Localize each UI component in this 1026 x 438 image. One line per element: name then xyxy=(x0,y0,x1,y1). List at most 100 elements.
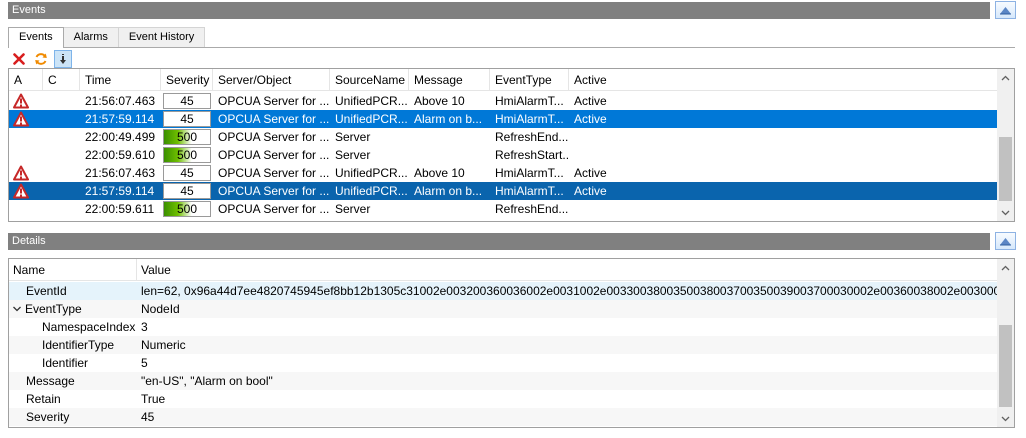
detail-row[interactable]: Message "en-US", "Alarm on bool" xyxy=(9,372,997,390)
detail-row[interactable]: Severity 45 xyxy=(9,408,997,426)
event-row[interactable]: 22:00:59.610 OPCUA Server for ... Server Re… xyxy=(9,146,997,164)
time-cell: 21:57:59.114 xyxy=(85,184,155,198)
col-header-eventtype[interactable]: EventType xyxy=(490,69,569,91)
detail-row[interactable]: EventId len=62, 0x96a44d7ee4820745945ef8b… xyxy=(9,282,1014,300)
col-header-c[interactable]: C xyxy=(43,69,80,91)
detail-row[interactable]: Identifier 5 xyxy=(9,354,997,372)
active-cell: Active xyxy=(574,166,607,180)
col-header-server-object[interactable]: Server/Object xyxy=(213,69,330,91)
alarm-warning-icon xyxy=(13,93,29,109)
sort-button[interactable] xyxy=(54,49,72,68)
time-cell: 22:00:59.611 xyxy=(85,202,155,216)
details-scroll-up[interactable] xyxy=(997,259,1014,276)
detail-name: NamespaceIndex xyxy=(42,320,136,334)
time-cell: 22:00:49.499 xyxy=(85,130,156,144)
eventtype-cell: RefreshEnd... xyxy=(495,130,569,144)
detail-name: Retain xyxy=(26,392,61,406)
detail-name: Identifier xyxy=(42,356,89,370)
red-x-delete-icon xyxy=(13,52,25,65)
severity-bar: 500 xyxy=(163,201,211,217)
server-cell: OPCUA Server for ... xyxy=(218,148,330,162)
events-section-title: Events xyxy=(12,4,46,16)
source-cell: UnifiedPCR... xyxy=(335,184,408,198)
detail-row[interactable]: EventType NodeId xyxy=(9,300,997,318)
server-cell: OPCUA Server for ... xyxy=(218,112,330,126)
col-header-message[interactable]: Message xyxy=(409,69,490,91)
expand-chevron-icon[interactable] xyxy=(12,304,22,314)
server-cell: OPCUA Server for ... xyxy=(218,202,330,216)
event-row[interactable]: 21:56:07.463 OPCUA Server for ... UnifiedP… xyxy=(9,164,997,182)
details-scroll-thumb[interactable] xyxy=(999,325,1012,407)
eventtype-cell: HmiAlarmT... xyxy=(495,184,564,198)
col-time-label: Time xyxy=(85,73,112,87)
eventtype-cell: HmiAlarmT... xyxy=(495,94,564,108)
alarm-warning-icon xyxy=(13,111,29,127)
col-header-value[interactable]: Value xyxy=(137,259,997,281)
delete-button[interactable] xyxy=(10,50,28,68)
col-eventtype-label: EventType xyxy=(495,73,552,87)
message-cell xyxy=(409,146,490,164)
events-scrollbar[interactable] xyxy=(997,69,1014,221)
event-row[interactable]: 22:00:49.499 OPCUA Server for ... Server Re… xyxy=(9,128,997,146)
details-scroll-down[interactable] xyxy=(997,410,1014,427)
source-cell: UnifiedPCR... xyxy=(335,166,408,180)
collapse-up-icon xyxy=(1000,6,1011,14)
active-cell: Active xyxy=(574,112,607,126)
events-scroll-up[interactable] xyxy=(997,69,1014,86)
col-server-label: Server/Object xyxy=(218,73,292,87)
server-cell: OPCUA Server for ... xyxy=(218,184,330,198)
detail-value: 5 xyxy=(141,356,148,370)
collapse-up-icon xyxy=(1000,237,1011,245)
chevron-down-icon xyxy=(1001,210,1010,215)
col-source-label: SourceName xyxy=(335,73,406,87)
active-cell: Active xyxy=(574,184,607,198)
events-scroll-down[interactable] xyxy=(997,204,1014,221)
time-cell: 21:56:07.463 xyxy=(85,166,156,180)
event-row[interactable]: 22:00:59.611 OPCUA Server for ... Server Re… xyxy=(9,200,997,218)
severity-bar: 500 xyxy=(163,129,211,145)
source-cell: UnifiedPCR... xyxy=(335,112,408,126)
details-table: Name Value EventId len=62, 0x96a44d7ee482… xyxy=(8,258,1015,428)
event-row[interactable]: 21:57:59.114 OPCUA Server for ... UnifiedP… xyxy=(9,110,997,128)
source-cell: Server xyxy=(335,130,371,144)
severity-bar: 45 xyxy=(163,183,211,199)
events-table-header: A C Time Severity Server/Object SourceNa… xyxy=(9,69,997,91)
severity-bar: 45 xyxy=(163,111,211,127)
server-cell: OPCUA Server for ... xyxy=(218,166,330,180)
detail-name: EventId xyxy=(26,284,67,298)
tab-alarms[interactable]: Alarms xyxy=(62,27,119,47)
detail-value: Numeric xyxy=(141,338,186,352)
chevron-down-icon xyxy=(1001,416,1010,421)
active-cell xyxy=(569,200,689,218)
events-collapse-button[interactable] xyxy=(995,1,1016,19)
tab-events[interactable]: Events xyxy=(8,27,64,48)
details-collapse-button[interactable] xyxy=(995,232,1016,250)
time-cell: 21:56:07.463 xyxy=(85,94,156,108)
detail-name: EventType xyxy=(25,302,82,316)
col-message-label: Message xyxy=(414,73,463,87)
col-header-a[interactable]: A xyxy=(9,69,43,91)
refresh-icon xyxy=(35,52,47,65)
tab-event-history[interactable]: Event History xyxy=(117,27,206,47)
details-scrollbar[interactable] xyxy=(997,259,1014,427)
detail-value: NodeId xyxy=(141,302,180,316)
detail-value: "en-US", "Alarm on bool" xyxy=(141,374,273,388)
col-header-severity[interactable]: Severity xyxy=(161,69,213,91)
message-cell xyxy=(409,128,490,146)
col-header-active[interactable]: Active xyxy=(569,69,997,91)
event-row[interactable]: 21:56:07.463 OPCUA Server for ... UnifiedP… xyxy=(9,92,997,110)
refresh-button[interactable] xyxy=(32,50,50,68)
event-row[interactable]: 21:57:59.114 OPCUA Server for ... UnifiedP… xyxy=(9,182,997,200)
message-cell: Above 10 xyxy=(414,94,465,108)
detail-row[interactable]: IdentifierType Numeric xyxy=(9,336,997,354)
events-scroll-thumb[interactable] xyxy=(999,137,1012,201)
col-header-time[interactable]: Time xyxy=(80,69,161,91)
message-cell: Alarm on b... xyxy=(414,112,483,126)
col-header-name[interactable]: Name xyxy=(9,259,137,281)
col-header-sourcename[interactable]: SourceName xyxy=(330,69,409,91)
source-cell: Server xyxy=(335,148,371,162)
detail-row[interactable]: NamespaceIndex 3 xyxy=(9,318,997,336)
message-cell: Above 10 xyxy=(414,166,465,180)
detail-row[interactable]: Retain True xyxy=(9,390,997,408)
detail-value: 3 xyxy=(141,320,148,334)
